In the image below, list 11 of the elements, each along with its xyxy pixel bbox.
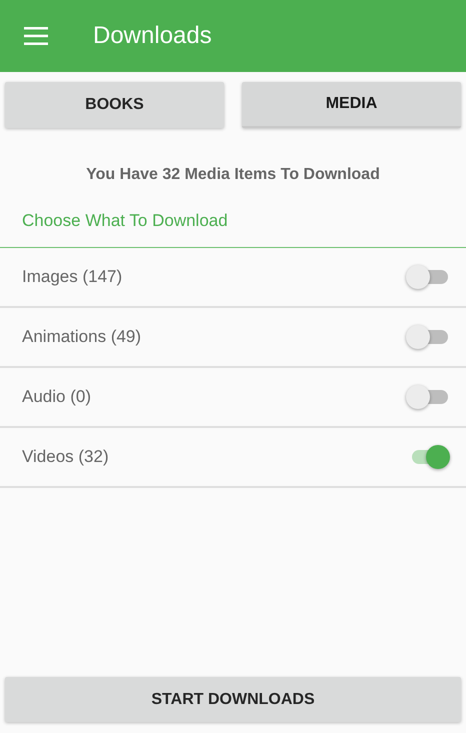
option-label: Videos (32): [22, 447, 109, 467]
option-label: Audio (0): [22, 387, 91, 407]
start-downloads-button[interactable]: START DOWNLOADS: [5, 677, 461, 722]
summary-text: You Have 32 Media Items To Download: [85, 166, 381, 184]
tab[interactable]: BOOKS: [5, 82, 224, 128]
section-title: Choose What To Download: [0, 184, 466, 248]
menu-icon[interactable]: [24, 27, 48, 45]
app-title: Downloads: [93, 22, 212, 50]
tab[interactable]: MEDIA: [242, 82, 461, 128]
option-label: Images (147): [22, 267, 122, 287]
option-label: Animations (49): [22, 327, 142, 347]
